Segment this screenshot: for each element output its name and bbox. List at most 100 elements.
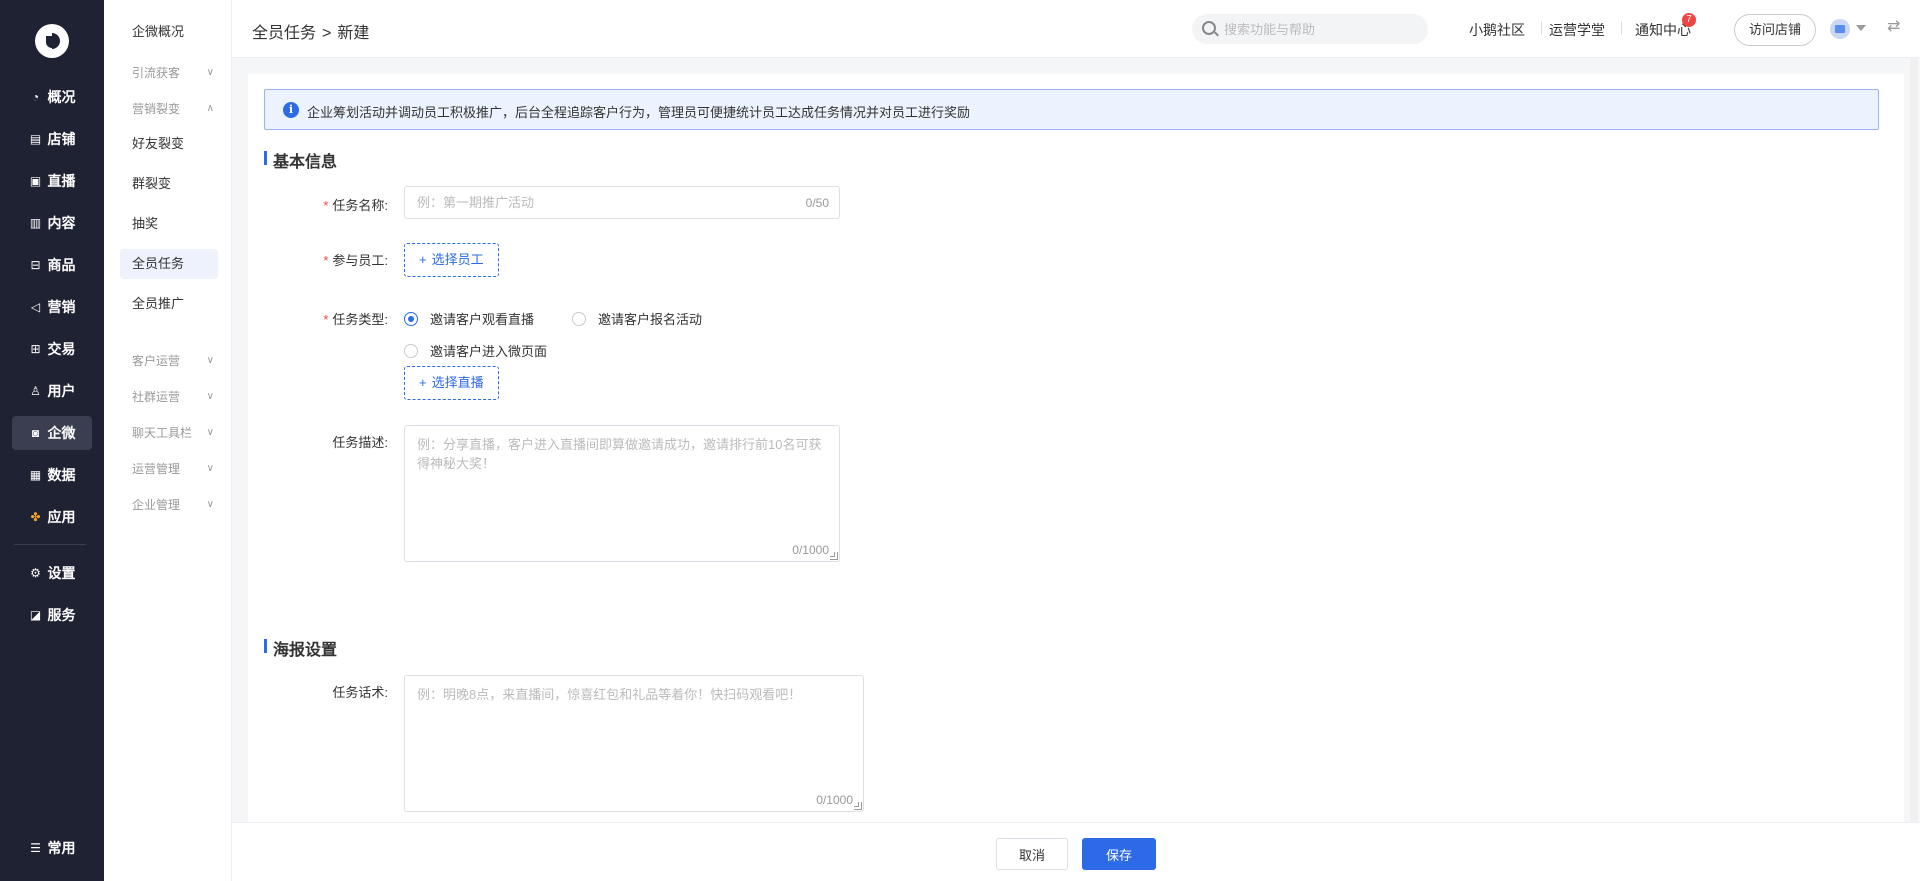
radio-micro-page[interactable]: 邀请客户进入微页面 — [404, 341, 547, 360]
main-nav: ◔ 概况 ▤ 店铺 ▣ 直播 ▥ 内容 ⊟ 商品 ◁ 营销 ⊞ 交易 ♙ 用户 ◙ 企微 ▦ 数据 … — [0, 0, 104, 881]
task-type-label: * 任务类型: — [323, 312, 388, 327]
dashboard-icon: ◔ — [31, 90, 40, 104]
nav-item-goods[interactable]: ⊟ 商品 — [12, 248, 92, 282]
marketing-icon: ◁ — [30, 300, 41, 314]
nav-item-service[interactable]: ◪ 服务 — [12, 598, 92, 632]
cancel-button[interactable]: 取消 — [996, 838, 1068, 870]
sub-group-traffic[interactable]: 引流获客 ∨ — [120, 61, 218, 85]
service-icon: ◪ — [29, 608, 42, 622]
task-script-label: 任务话术: — [332, 685, 388, 700]
section-title-poster: 海报设置 — [264, 636, 337, 660]
sub-item-all-staff-task[interactable]: 全员任务 — [120, 249, 218, 279]
store-icon: ▤ — [29, 132, 42, 146]
save-button[interactable]: 保存 — [1082, 838, 1156, 870]
settings-icon: ⚙ — [30, 566, 41, 580]
sub-group-customer-ops[interactable]: 客户运营 ∨ — [120, 349, 218, 373]
plus-icon: + — [419, 375, 427, 390]
required-mark: * — [323, 312, 329, 327]
breadcrumb-separator: > — [322, 25, 332, 42]
avatar[interactable] — [1830, 19, 1850, 39]
nav-item-apps[interactable]: ✤ 应用 — [12, 500, 92, 534]
task-script-textarea[interactable] — [405, 676, 863, 811]
nav-item-trade[interactable]: ⊞ 交易 — [12, 332, 92, 366]
info-banner-text: 企业筹划活动并调动员工积极推广，后台全程追踪客户行为，管理员可便捷统计员工达成任… — [307, 105, 971, 120]
footer-actions: 取消 保存 — [232, 822, 1920, 881]
chevron-down-icon: ∨ — [206, 355, 214, 366]
data-icon: ▦ — [29, 468, 42, 482]
sub-item-lottery[interactable]: 抽奖 — [120, 209, 218, 239]
page-scrollbar[interactable] — [1910, 58, 1918, 822]
resize-handle-icon[interactable] — [854, 802, 862, 810]
header-divider — [1621, 21, 1622, 35]
sub-item-all-staff-promo[interactable]: 全员推广 — [120, 289, 218, 319]
task-name-label: * 任务名称: — [323, 198, 388, 213]
nav-item-settings[interactable]: ⚙ 设置 — [12, 556, 92, 590]
task-desc-textarea[interactable] — [405, 426, 839, 561]
menu-list-icon: ☰ — [30, 841, 41, 855]
sub-item-friend-fission[interactable]: 好友裂变 — [120, 129, 218, 159]
logo-icon[interactable] — [35, 24, 69, 58]
search-input[interactable] — [1224, 14, 1414, 44]
breadcrumb-parent[interactable]: 全员任务 — [252, 25, 316, 42]
apps-icon: ✤ — [30, 510, 41, 524]
task-desc-label: 任务描述: — [332, 435, 388, 450]
select-live-button[interactable]: + 选择直播 — [404, 366, 499, 400]
community-link[interactable]: 小鹅社区 — [1469, 20, 1525, 40]
resize-handle-icon[interactable] — [830, 552, 838, 560]
nav-item-overview[interactable]: ◔ 概况 — [12, 80, 92, 114]
task-script-field[interactable]: 0/1000 — [404, 675, 864, 812]
sub-group-community-ops[interactable]: 社群运营 ∨ — [120, 385, 218, 409]
nav-item-user[interactable]: ♙ 用户 — [12, 374, 92, 408]
required-mark: * — [323, 198, 329, 213]
nav-item-live[interactable]: ▣ 直播 — [12, 164, 92, 198]
select-staff-button[interactable]: + 选择员工 — [404, 243, 499, 277]
info-icon: i — [283, 102, 299, 118]
goods-icon: ⊟ — [30, 258, 41, 272]
task-name-field[interactable]: 0/50 — [404, 186, 840, 219]
task-name-count: 0/50 — [805, 196, 829, 210]
chevron-down-icon: ∨ — [206, 391, 214, 402]
radio-register-event[interactable]: 邀请客户报名活动 — [572, 309, 702, 328]
top-header: 全员任务>新建 小鹅社区 运营学堂 通知中心 7 访问店铺 ⇄ — [232, 0, 1920, 58]
staff-label: * 参与员工: — [323, 253, 388, 268]
visit-store-button[interactable]: 访问店铺 — [1734, 14, 1816, 46]
switch-icon[interactable]: ⇄ — [1887, 16, 1900, 36]
chevron-up-icon: ∧ — [206, 103, 214, 114]
nav-item-data[interactable]: ▦ 数据 — [12, 458, 92, 492]
sub-item-wecom-overview[interactable]: 企微概况 — [120, 17, 218, 47]
chevron-down-icon: ∨ — [206, 463, 214, 474]
main-content: i 企业筹划活动并调动员工积极推广，后台全程追踪客户行为，管理员可便捷统计员工达… — [248, 74, 1904, 822]
chevron-down-icon: ∨ — [206, 67, 214, 78]
sub-group-enterprise-management[interactable]: 企业管理 ∨ — [120, 493, 218, 517]
nav-item-marketing[interactable]: ◁ 营销 — [12, 290, 92, 324]
chevron-down-icon: ∨ — [206, 499, 214, 510]
wecom-icon: ◙ — [31, 426, 40, 440]
trade-icon: ⊞ — [30, 342, 41, 356]
task-desc-field[interactable]: 0/1000 — [404, 425, 840, 562]
search-icon — [1202, 21, 1216, 35]
radio-watch-live[interactable]: 邀请客户观看直播 — [404, 309, 534, 328]
sub-item-group-fission[interactable]: 群裂变 — [120, 169, 218, 199]
section-title-basic: 基本信息 — [264, 148, 337, 172]
nav-item-wecom[interactable]: ◙ 企微 — [12, 416, 92, 450]
user-icon: ♙ — [30, 384, 41, 398]
nav-item-common[interactable]: ☰ 常用 — [12, 831, 92, 865]
caret-down-icon[interactable] — [1856, 25, 1866, 31]
ops-academy-link[interactable]: 运营学堂 — [1549, 20, 1605, 40]
search-box[interactable] — [1192, 14, 1428, 44]
live-icon: ▣ — [29, 174, 42, 188]
sub-group-fission[interactable]: 营销裂变 ∧ — [120, 97, 218, 121]
chevron-down-icon: ∨ — [206, 427, 214, 438]
plus-icon: + — [419, 252, 427, 267]
nav-item-content[interactable]: ▥ 内容 — [12, 206, 92, 240]
required-mark: * — [323, 253, 329, 268]
breadcrumb-current: 新建 — [337, 25, 370, 42]
sub-group-chat-toolbar[interactable]: 聊天工具栏 ∨ — [120, 421, 218, 445]
task-script-count: 0/1000 — [816, 793, 853, 807]
task-name-input[interactable] — [405, 187, 839, 218]
radio-dot — [404, 311, 418, 326]
sub-group-ops-management[interactable]: 运营管理 ∨ — [120, 457, 218, 481]
sub-nav: 企微概况 引流获客 ∨ 营销裂变 ∧ 好友裂变 群裂变 抽奖 全员任务 全员推广… — [104, 0, 232, 881]
content-icon: ▥ — [29, 216, 42, 230]
nav-item-store[interactable]: ▤ 店铺 — [12, 122, 92, 156]
